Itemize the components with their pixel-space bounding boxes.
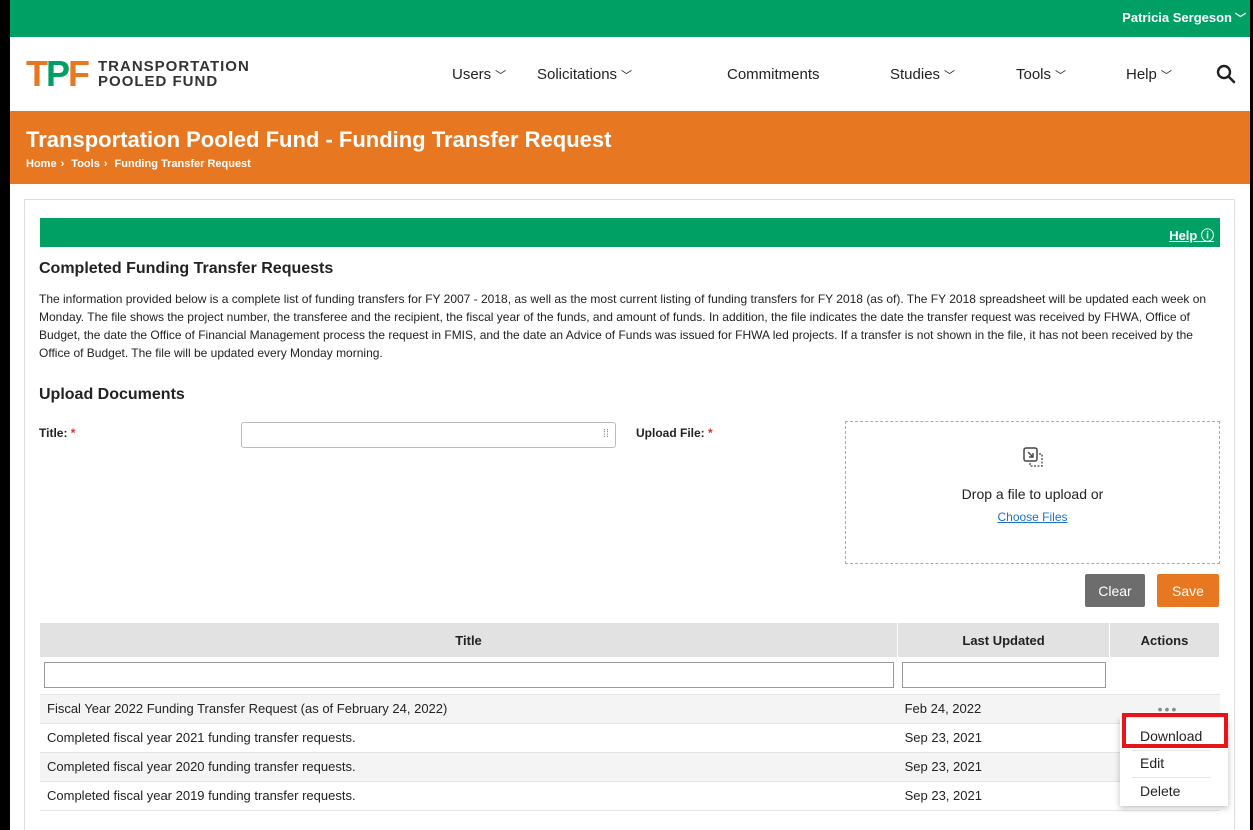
table-row: Completed fiscal year 2020 funding trans… (40, 752, 1220, 782)
nav-tools-label: Tools (1016, 66, 1052, 83)
clear-button[interactable]: Clear (1085, 574, 1145, 607)
nav-help[interactable]: Help ﹀ (1126, 66, 1172, 83)
section-heading-upload: Upload Documents (39, 386, 185, 403)
column-header-title[interactable]: Title (40, 623, 899, 657)
filter-cell (897, 657, 1110, 695)
logo-line-2: POOLED FUND (98, 73, 219, 90)
row-title: Completed fiscal year 2021 funding trans… (40, 723, 898, 753)
table-row: Completed fiscal year 2021 funding trans… (40, 723, 1220, 753)
row-title: Completed fiscal year 2020 funding trans… (40, 752, 898, 782)
breadcrumb: Home › Tools › Funding Transfer Request (26, 158, 255, 170)
help-circle-icon: ⓘ (1200, 228, 1214, 243)
required-mark: * (70, 426, 76, 440)
row-date: Sep 23, 2021 (897, 723, 1110, 753)
search-icon[interactable] (1215, 63, 1237, 85)
top-bar: Patricia Sergeson ﹀ (10, 0, 1250, 37)
column-header-actions: Actions (1109, 623, 1220, 657)
logo[interactable]: TPF TRANSPORTATION POOLED FUND (26, 54, 250, 94)
menu-item-delete[interactable]: Delete (1140, 783, 1180, 799)
help-link[interactable]: Help ⓘ (1169, 225, 1214, 244)
content-panel: Help ⓘ Completed Funding Transfer Reques… (24, 199, 1235, 830)
breadcrumb-separator: › (103, 158, 108, 170)
user-menu[interactable]: Patricia Sergeson ﹀ (1122, 10, 1246, 26)
chevron-down-icon: ﹀ (944, 70, 956, 82)
user-name: Patricia Sergeson (1122, 10, 1232, 25)
breadcrumb-tools[interactable]: Tools (71, 158, 100, 170)
upload-file-label-text: Upload File: (636, 426, 705, 440)
nav-solicitations[interactable]: Solicitations ﹀ (537, 66, 632, 83)
table-header-row: Title Last Updated Actions (40, 623, 1220, 657)
file-drop-icon (1023, 447, 1043, 467)
field-autofill-icon: ⁞⁞ (602, 428, 609, 440)
filter-row (40, 657, 1220, 695)
chevron-down-icon: ﹀ (1055, 70, 1067, 82)
table-row: Fiscal Year 2022 Funding Transfer Reques… (40, 694, 1220, 724)
section-heading-completed: Completed Funding Transfer Requests (39, 260, 334, 277)
help-link-label: Help (1169, 228, 1198, 243)
filter-cell (1109, 657, 1220, 695)
row-title: Completed fiscal year 2019 funding trans… (40, 781, 898, 811)
panel-header-bar: Help ⓘ (40, 218, 1220, 247)
chevron-down-icon: ﹀ (621, 70, 633, 82)
menu-divider (1132, 750, 1210, 751)
nav-commitments-label: Commitments (727, 66, 820, 83)
title-label-text: Title: (39, 426, 68, 440)
page-header: Transportation Pooled Fund - Funding Tra… (10, 111, 1250, 184)
row-date: Sep 23, 2021 (897, 781, 1110, 811)
nav-users[interactable]: Users ﹀ (452, 66, 506, 83)
menu-divider (1132, 777, 1210, 778)
row-title: Fiscal Year 2022 Funding Transfer Reques… (40, 694, 898, 724)
title-filter-input[interactable] (44, 662, 894, 689)
dropzone-text: Drop a file to upload or (961, 486, 1104, 502)
chevron-down-icon: ﹀ (495, 70, 507, 82)
logo-line-1: TRANSPORTATION (98, 58, 250, 75)
column-header-last-updated[interactable]: Last Updated (897, 623, 1110, 657)
required-mark: * (708, 426, 713, 440)
nav-studies[interactable]: Studies ﹀ (890, 66, 955, 83)
breadcrumb-current: Funding Transfer Request (114, 158, 251, 170)
highlight-annotation-box (1122, 713, 1228, 748)
nav-solicitations-label: Solicitations (537, 66, 618, 83)
main-nav: TPF TRANSPORTATION POOLED FUND Users ﹀ So… (10, 37, 1250, 111)
upload-file-label: Upload File: * (636, 426, 713, 440)
save-button[interactable]: Save (1157, 574, 1219, 607)
chevron-down-icon: ﹀ (1160, 70, 1172, 82)
nav-help-label: Help (1126, 66, 1157, 83)
menu-item-edit[interactable]: Edit (1140, 755, 1164, 771)
nav-commitments[interactable]: Commitments (727, 66, 820, 83)
breadcrumb-home[interactable]: Home (26, 158, 57, 170)
table-row: Completed fiscal year 2019 funding trans… (40, 781, 1220, 811)
chevron-down-icon: ﹀ (1235, 13, 1246, 25)
filter-cell (40, 657, 898, 695)
nav-tools[interactable]: Tools ﹀ (1016, 66, 1066, 83)
row-date: Feb 24, 2022 (897, 694, 1110, 724)
logo-text: TRANSPORTATION POOLED FUND (98, 59, 250, 89)
row-date: Sep 23, 2021 (897, 752, 1110, 782)
section-description: The information provided below is a comp… (39, 292, 1207, 360)
choose-files-link[interactable]: Choose Files (846, 510, 1219, 524)
documents-table: Title Last Updated Actions Fiscal Year 2… (40, 623, 1220, 811)
page-title: Transportation Pooled Fund - Funding Tra… (26, 127, 612, 152)
title-input[interactable]: ⁞⁞ (241, 422, 616, 448)
date-filter-input[interactable] (901, 662, 1106, 689)
file-dropzone[interactable]: Drop a file to upload or Choose Files (845, 421, 1220, 564)
title-label: Title: * (39, 426, 75, 440)
breadcrumb-separator: › (60, 158, 65, 170)
logo-mark: TPF (26, 53, 90, 94)
nav-studies-label: Studies (890, 66, 941, 83)
window-frame-left (0, 0, 10, 830)
nav-users-label: Users (452, 66, 492, 83)
